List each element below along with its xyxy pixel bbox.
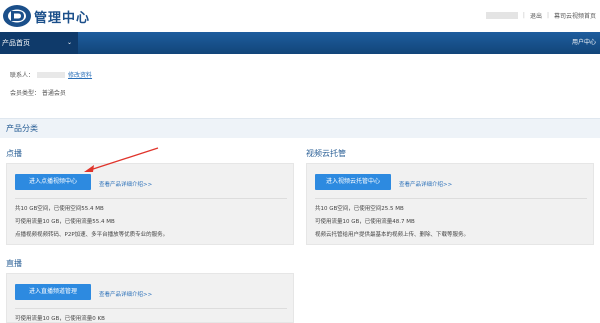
nav-product-home[interactable]: 产品首页 ⌄ [0,32,78,54]
vod-space-usage: 共10 GB空间，已使用空间55.4 MB [15,206,104,212]
edit-profile-link[interactable]: 修改资料 [68,70,92,79]
logo-icon [3,5,31,27]
enter-vod-center-button[interactable]: 进入点播视频中心 [15,174,91,190]
app-title: 管理中心 [34,11,91,26]
enter-hosting-center-button[interactable]: 进入视频云托管中心 [315,174,391,190]
vod-traffic-usage: 可使用流量10 GB，已使用流量55.4 MB [15,219,115,225]
hosting-traffic-usage: 可使用流量10 GB，已使用流量48.7 MB [315,219,415,225]
hosting-description: 视频云托管给用户提供最基本的视频上传、删除、下载等服务。 [315,232,470,238]
divider [315,198,587,199]
username-redacted [485,12,518,19]
contact-label: 联系人： [10,72,35,79]
category-title: 产品分类 [6,124,38,133]
hosting-space-usage: 共10 GB空间，已使用空间25.5 MB [315,206,404,212]
hosting-panel: 进入视频云托管中心 查看产品详细介绍>> 共10 GB空间，已使用空间25.5 … [306,163,594,245]
vod-more-link[interactable]: 查看产品详细介绍>> [99,180,152,188]
hosting-section-title: 视频云托管 [306,149,346,158]
main-nav: 产品首页 ⌄ 用户中心 [0,32,600,54]
vod-section-title: 点播 [6,149,22,158]
category-header: 产品分类 [0,118,600,138]
logout-link[interactable]: 退出 [530,11,542,20]
nav-user-center[interactable]: 用户中心 [572,32,596,54]
live-more-link[interactable]: 查看产品详细介绍>> [99,290,152,298]
chevron-down-icon: ⌄ [66,39,72,46]
homepage-link[interactable]: 幕司云视频首页 [554,11,596,20]
member-type: 会员类型： 普通会员 [10,90,66,97]
top-header: 管理中心 | 退出 | 幕司云视频首页 [0,0,600,32]
live-section-title: 直播 [6,259,22,268]
contact-name-redacted [37,71,66,78]
nav-product-home-label: 产品首页 [2,39,30,47]
live-panel: 进入直播频道管理 查看产品详细介绍>> 可使用流量10 GB，已使用流量0 KB [6,273,294,323]
divider [15,198,287,199]
divider [15,308,287,309]
hosting-more-link[interactable]: 查看产品详细介绍>> [399,180,452,188]
vod-panel: 进入点播视频中心 查看产品详细介绍>> 共10 GB空间，已使用空间55.4 M… [6,163,294,245]
top-links: | 退出 | 幕司云视频首页 [485,11,596,20]
enter-live-management-button[interactable]: 进入直播频道管理 [15,284,91,300]
vod-description: 点播视频视频转码、P2P加速、多平台播放等优质专业的服务。 [15,232,169,238]
contact-row: 联系人： 修改资料 [10,70,92,79]
